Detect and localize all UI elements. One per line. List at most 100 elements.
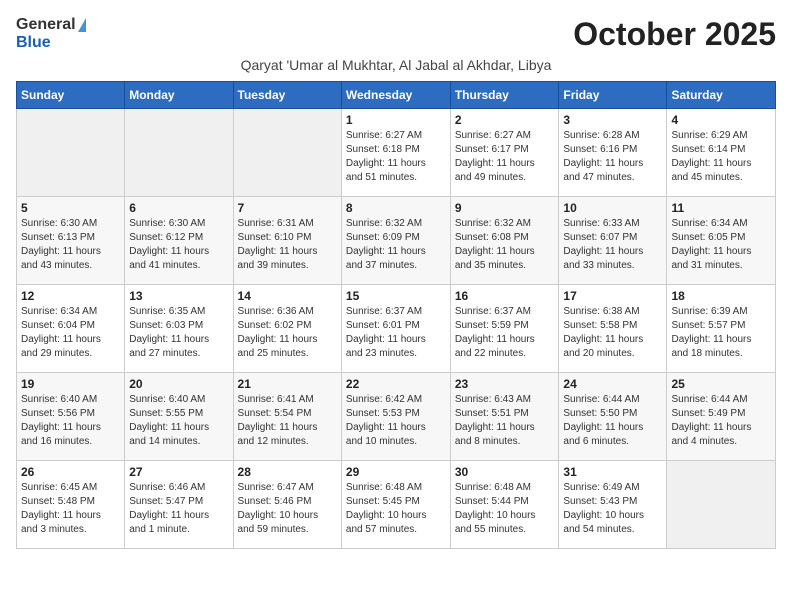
day-info: Sunrise: 6:30 AM Sunset: 6:12 PM Dayligh… bbox=[129, 217, 228, 273]
calendar-cell: 9 Sunrise: 6:32 AM Sunset: 6:08 PM Daylig… bbox=[450, 197, 559, 285]
calendar-cell: 10 Sunrise: 6:33 AM Sunset: 6:07 PM Dayli… bbox=[559, 197, 667, 285]
day-number: 1 bbox=[346, 113, 446, 127]
day-number: 17 bbox=[563, 289, 662, 303]
day-number: 8 bbox=[346, 201, 446, 215]
calendar-cell bbox=[667, 461, 776, 549]
calendar-cell: 26 Sunrise: 6:45 AM Sunset: 5:48 PM Dayli… bbox=[17, 461, 125, 549]
subtitle: Qaryat 'Umar al Mukhtar, Al Jabal al Akh… bbox=[16, 57, 776, 73]
calendar-cell: 18 Sunrise: 6:39 AM Sunset: 5:57 PM Dayli… bbox=[667, 285, 776, 373]
calendar-cell: 8 Sunrise: 6:32 AM Sunset: 6:09 PM Daylig… bbox=[341, 197, 450, 285]
day-info: Sunrise: 6:37 AM Sunset: 6:01 PM Dayligh… bbox=[346, 305, 446, 361]
calendar-cell: 20Sunrise: 6:40 AM Sunset: 5:55 PM Dayli… bbox=[125, 373, 233, 461]
calendar-cell: 14 Sunrise: 6:36 AM Sunset: 6:02 PM Dayli… bbox=[233, 285, 341, 373]
calendar-table: SundayMondayTuesdayWednesdayThursdayFrid… bbox=[16, 81, 776, 549]
calendar-cell: 3Sunrise: 6:28 AM Sunset: 6:16 PM Daylig… bbox=[559, 109, 667, 197]
day-info: Sunrise: 6:44 AM Sunset: 5:50 PM Dayligh… bbox=[563, 393, 662, 449]
calendar-week-2: 5Sunrise: 6:30 AM Sunset: 6:13 PM Daylig… bbox=[17, 197, 776, 285]
day-number: 29 bbox=[346, 465, 446, 479]
day-info: Sunrise: 6:43 AM Sunset: 5:51 PM Dayligh… bbox=[455, 393, 555, 449]
day-info: Sunrise: 6:44 AM Sunset: 5:49 PM Dayligh… bbox=[671, 393, 771, 449]
day-number: 25 bbox=[671, 377, 771, 391]
day-number: 19 bbox=[21, 377, 120, 391]
day-number: 26 bbox=[21, 465, 120, 479]
calendar-cell: 22 Sunrise: 6:42 AM Sunset: 5:53 PM Dayli… bbox=[341, 373, 450, 461]
calendar-cell: 1 Sunrise: 6:27 AM Sunset: 6:18 PM Daylig… bbox=[341, 109, 450, 197]
calendar-cell: 28 Sunrise: 6:47 AM Sunset: 5:46 PM Dayli… bbox=[233, 461, 341, 549]
calendar-cell: 27Sunrise: 6:46 AM Sunset: 5:47 PM Dayli… bbox=[125, 461, 233, 549]
day-number: 12 bbox=[21, 289, 120, 303]
day-info: Sunrise: 6:39 AM Sunset: 5:57 PM Dayligh… bbox=[671, 305, 771, 361]
calendar-body: 1 Sunrise: 6:27 AM Sunset: 6:18 PM Daylig… bbox=[17, 109, 776, 549]
calendar-cell: 13Sunrise: 6:35 AM Sunset: 6:03 PM Dayli… bbox=[125, 285, 233, 373]
day-number: 9 bbox=[455, 201, 555, 215]
calendar-cell: 24 Sunrise: 6:44 AM Sunset: 5:50 PM Dayli… bbox=[559, 373, 667, 461]
day-info: Sunrise: 6:40 AM Sunset: 5:55 PM Dayligh… bbox=[129, 393, 228, 449]
day-info: Sunrise: 6:35 AM Sunset: 6:03 PM Dayligh… bbox=[129, 305, 228, 361]
day-info: Sunrise: 6:36 AM Sunset: 6:02 PM Dayligh… bbox=[238, 305, 337, 361]
calendar-week-4: 19 Sunrise: 6:40 AM Sunset: 5:56 PM Dayli… bbox=[17, 373, 776, 461]
day-number: 21 bbox=[238, 377, 337, 391]
day-info: Sunrise: 6:41 AM Sunset: 5:54 PM Dayligh… bbox=[238, 393, 337, 449]
calendar-cell: 16 Sunrise: 6:37 AM Sunset: 5:59 PM Dayli… bbox=[450, 285, 559, 373]
day-info: Sunrise: 6:29 AM Sunset: 6:14 PM Dayligh… bbox=[671, 129, 771, 185]
weekday-saturday: Saturday bbox=[667, 82, 776, 109]
day-number: 6 bbox=[129, 201, 228, 215]
day-number: 7 bbox=[238, 201, 337, 215]
weekday-monday: Monday bbox=[125, 82, 233, 109]
day-info: Sunrise: 6:48 AM Sunset: 5:44 PM Dayligh… bbox=[455, 481, 555, 537]
calendar-cell: 30 Sunrise: 6:48 AM Sunset: 5:44 PM Dayli… bbox=[450, 461, 559, 549]
day-info: Sunrise: 6:45 AM Sunset: 5:48 PM Dayligh… bbox=[21, 481, 120, 537]
day-info: Sunrise: 6:28 AM Sunset: 6:16 PM Dayligh… bbox=[563, 129, 662, 185]
calendar-cell: 4 Sunrise: 6:29 AM Sunset: 6:14 PM Daylig… bbox=[667, 109, 776, 197]
calendar-cell: 15 Sunrise: 6:37 AM Sunset: 6:01 PM Dayli… bbox=[341, 285, 450, 373]
day-number: 4 bbox=[671, 113, 771, 127]
day-number: 5 bbox=[21, 201, 120, 215]
day-number: 27 bbox=[129, 465, 228, 479]
logo: General Blue bbox=[16, 16, 86, 52]
day-info: Sunrise: 6:48 AM Sunset: 5:45 PM Dayligh… bbox=[346, 481, 446, 537]
calendar-cell: 25 Sunrise: 6:44 AM Sunset: 5:49 PM Dayli… bbox=[667, 373, 776, 461]
calendar-week-1: 1 Sunrise: 6:27 AM Sunset: 6:18 PM Daylig… bbox=[17, 109, 776, 197]
calendar-cell bbox=[125, 109, 233, 197]
calendar-week-3: 12 Sunrise: 6:34 AM Sunset: 6:04 PM Dayli… bbox=[17, 285, 776, 373]
day-number: 30 bbox=[455, 465, 555, 479]
calendar-cell: 23 Sunrise: 6:43 AM Sunset: 5:51 PM Dayli… bbox=[450, 373, 559, 461]
calendar-cell: 11Sunrise: 6:34 AM Sunset: 6:05 PM Dayli… bbox=[667, 197, 776, 285]
day-info: Sunrise: 6:34 AM Sunset: 6:05 PM Dayligh… bbox=[671, 217, 771, 273]
day-info: Sunrise: 6:47 AM Sunset: 5:46 PM Dayligh… bbox=[238, 481, 337, 537]
day-info: Sunrise: 6:37 AM Sunset: 5:59 PM Dayligh… bbox=[455, 305, 555, 361]
calendar-cell bbox=[17, 109, 125, 197]
day-number: 15 bbox=[346, 289, 446, 303]
weekday-wednesday: Wednesday bbox=[341, 82, 450, 109]
day-number: 23 bbox=[455, 377, 555, 391]
day-info: Sunrise: 6:32 AM Sunset: 6:09 PM Dayligh… bbox=[346, 217, 446, 273]
day-info: Sunrise: 6:33 AM Sunset: 6:07 PM Dayligh… bbox=[563, 217, 662, 273]
weekday-friday: Friday bbox=[559, 82, 667, 109]
logo-icon bbox=[78, 18, 86, 32]
calendar-cell: 19 Sunrise: 6:40 AM Sunset: 5:56 PM Dayli… bbox=[17, 373, 125, 461]
calendar-cell: 21 Sunrise: 6:41 AM Sunset: 5:54 PM Dayli… bbox=[233, 373, 341, 461]
day-number: 24 bbox=[563, 377, 662, 391]
calendar-cell: 6 Sunrise: 6:30 AM Sunset: 6:12 PM Daylig… bbox=[125, 197, 233, 285]
weekday-tuesday: Tuesday bbox=[233, 82, 341, 109]
calendar-week-5: 26 Sunrise: 6:45 AM Sunset: 5:48 PM Dayli… bbox=[17, 461, 776, 549]
day-info: Sunrise: 6:38 AM Sunset: 5:58 PM Dayligh… bbox=[563, 305, 662, 361]
calendar-cell: 17 Sunrise: 6:38 AM Sunset: 5:58 PM Dayli… bbox=[559, 285, 667, 373]
day-number: 18 bbox=[671, 289, 771, 303]
day-number: 2 bbox=[455, 113, 555, 127]
day-number: 22 bbox=[346, 377, 446, 391]
day-info: Sunrise: 6:34 AM Sunset: 6:04 PM Dayligh… bbox=[21, 305, 120, 361]
day-number: 31 bbox=[563, 465, 662, 479]
day-number: 28 bbox=[238, 465, 337, 479]
day-number: 10 bbox=[563, 201, 662, 215]
month-title: October 2025 bbox=[573, 16, 776, 53]
day-info: Sunrise: 6:32 AM Sunset: 6:08 PM Dayligh… bbox=[455, 217, 555, 273]
day-info: Sunrise: 6:42 AM Sunset: 5:53 PM Dayligh… bbox=[346, 393, 446, 449]
day-number: 14 bbox=[238, 289, 337, 303]
day-info: Sunrise: 6:31 AM Sunset: 6:10 PM Dayligh… bbox=[238, 217, 337, 273]
logo-general: General bbox=[16, 16, 76, 34]
day-info: Sunrise: 6:40 AM Sunset: 5:56 PM Dayligh… bbox=[21, 393, 120, 449]
day-number: 16 bbox=[455, 289, 555, 303]
day-info: Sunrise: 6:27 AM Sunset: 6:18 PM Dayligh… bbox=[346, 129, 446, 185]
calendar-cell: 12 Sunrise: 6:34 AM Sunset: 6:04 PM Dayli… bbox=[17, 285, 125, 373]
